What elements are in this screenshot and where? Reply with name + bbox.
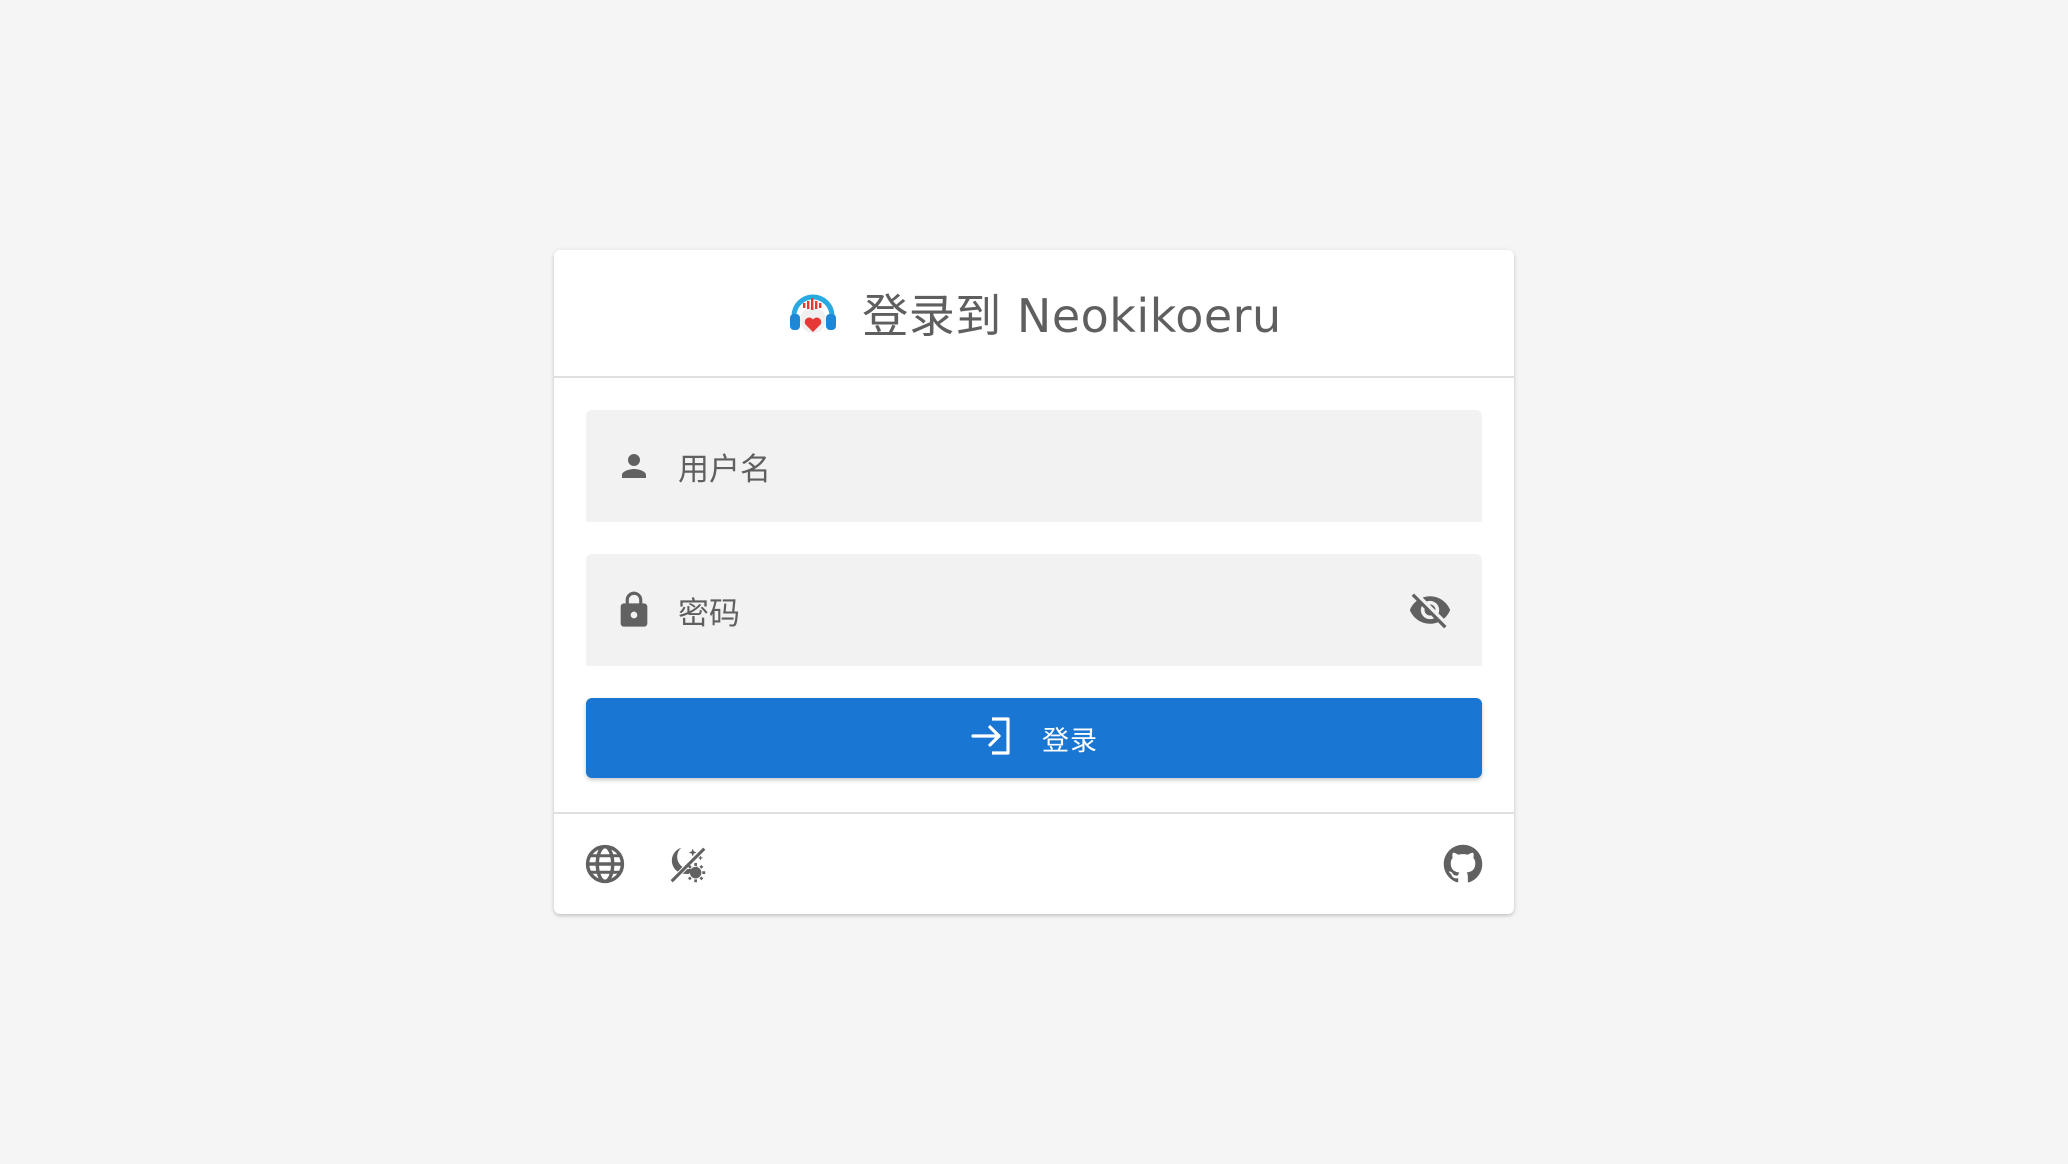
login-form: 用户名 密码 登录 (554, 378, 1514, 778)
eye-off-icon[interactable] (1406, 586, 1454, 634)
lock-icon (614, 590, 654, 630)
theme-auto-icon[interactable] (662, 839, 712, 889)
globe-icon[interactable] (580, 839, 630, 889)
login-card: 登录到 Neokikoeru 用户名 密码 登录 (554, 250, 1514, 914)
login-icon (970, 716, 1014, 760)
login-button[interactable]: 登录 (586, 698, 1482, 778)
person-icon (614, 446, 654, 486)
headphones-heart-icon (786, 286, 840, 340)
password-placeholder: 密码 (678, 595, 740, 632)
password-field[interactable]: 密码 (586, 554, 1482, 666)
username-placeholder: 用户名 (678, 451, 771, 488)
github-icon[interactable] (1438, 839, 1488, 889)
username-field[interactable]: 用户名 (586, 410, 1482, 522)
card-header: 登录到 Neokikoeru (554, 250, 1514, 378)
page-title: 登录到 Neokikoeru (862, 289, 1282, 343)
card-footer (554, 812, 1514, 914)
login-button-label: 登录 (1042, 725, 1098, 757)
